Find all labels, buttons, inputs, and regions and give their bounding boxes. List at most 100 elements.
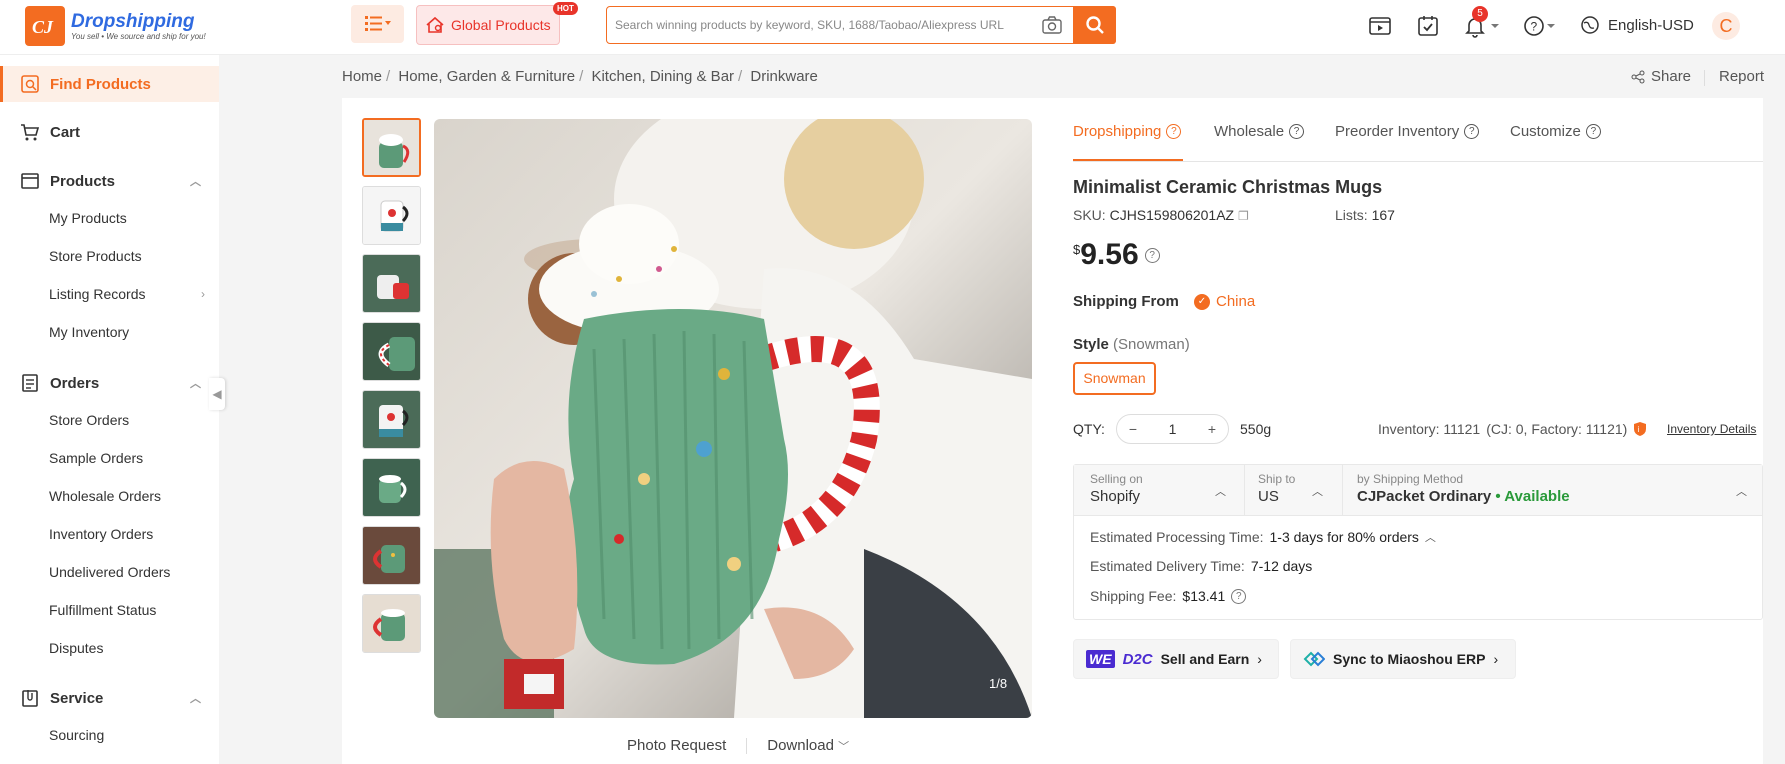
help-icon[interactable]: ? [1464,124,1480,139]
chevron-down-icon[interactable] [1490,21,1500,31]
sidebar-item-sample-orders[interactable]: Sample Orders [0,441,219,475]
help-icon[interactable]: ? [1144,248,1160,263]
inventory-details-link[interactable]: Inventory Details [1667,422,1756,436]
category-menu-button[interactable] [351,5,404,43]
ship-to-selector[interactable]: Ship to US [1258,472,1295,505]
thumbnail[interactable] [362,594,421,653]
style-option-snowman[interactable]: Snowman [1073,362,1156,395]
style-label: Style (Snowman) [1073,336,1190,353]
breadcrumb-link[interactable]: Home, Garden & Furniture [398,68,575,85]
camera-icon[interactable] [1041,15,1063,35]
main-product-image[interactable] [434,119,1032,718]
sync-miaoshou-erp-button[interactable]: Sync to Miaoshou ERP › [1290,639,1516,679]
quantity-value[interactable]: 1 [1169,421,1177,437]
tab-customize[interactable]: Customize? [1510,123,1601,140]
divider [1704,70,1705,86]
sidebar-item-inventory-orders[interactable]: Inventory Orders [0,517,219,551]
help-icon[interactable]: ? [1166,124,1182,139]
chevron-right-icon: › [1493,651,1499,667]
style-selected: (Snowman) [1113,336,1190,353]
thumbnail[interactable] [362,118,421,177]
sidebar-item-fulfillment-status[interactable]: Fulfillment Status [0,593,219,627]
global-products-label: Global Products [451,17,551,33]
photo-actions: Photo Request Download ﹀ [627,737,849,754]
svg-text:?: ? [1531,20,1538,34]
sidebar-item-cart[interactable]: Cart [0,114,219,150]
thumbnail[interactable] [362,322,421,381]
search-input[interactable] [615,9,1035,41]
sidebar-item-undelivered-orders[interactable]: Undelivered Orders [0,555,219,589]
thumbnail[interactable] [362,458,421,517]
report-link[interactable]: Report [1719,68,1764,85]
chevron-up-icon[interactable]: ︿ [190,173,201,189]
sidebar-item-store-orders[interactable]: Store Orders [0,403,219,437]
shipping-method-selector[interactable]: by Shipping Method CJPacket Ordinary • A… [1357,472,1570,505]
chevron-up-icon[interactable]: ︿ [1312,483,1323,499]
sidebar-collapse-button[interactable]: ◀ [209,378,225,410]
processing-value: 1-3 days for 80% orders [1269,529,1419,545]
sidebar-item-disputes[interactable]: Disputes [0,631,219,665]
house-icon [426,16,444,33]
shipping-origin-label: China [1216,293,1256,310]
thumbnail[interactable] [362,526,421,585]
avatar[interactable]: C [1712,12,1740,40]
sidebar-item-my-inventory[interactable]: My Inventory [0,315,219,349]
tab-label: Wholesale [1214,123,1285,140]
sidebar-item-service[interactable]: Service ︿ [0,680,219,716]
sidebar-item-store-products[interactable]: Store Products [0,239,219,273]
chevron-up-icon[interactable]: ︿ [190,375,201,391]
help-icon[interactable]: ? [1522,14,1546,38]
sidebar-item-wholesale-orders[interactable]: Wholesale Orders [0,479,219,513]
breadcrumb-link[interactable]: Drinkware [750,68,818,85]
share-icon [1631,70,1645,83]
share-label: Share [1651,68,1692,85]
copy-icon[interactable]: ❐ [1238,209,1249,223]
tab-dropshipping[interactable]: Dropshipping? [1073,123,1182,140]
we-d2c-sell-and-earn-button[interactable]: WE D2C Sell and Earn › [1073,639,1279,679]
help-icon[interactable]: ? [1585,124,1601,139]
increment-button[interactable]: + [1204,421,1220,437]
tab-wholesale[interactable]: Wholesale? [1214,123,1305,140]
help-icon[interactable]: ? [1289,124,1305,139]
chevron-down-icon[interactable] [1546,21,1556,31]
price-currency: $ [1073,242,1081,257]
sidebar-item-my-products[interactable]: My Products [0,201,219,235]
we-logo: WE [1086,650,1115,668]
logo[interactable]: CJ Dropshipping You sell • We source and… [25,6,206,46]
sidebar-sub-label: Disputes [49,640,104,656]
help-icon[interactable]: ? [1231,588,1247,604]
search-button[interactable] [1073,6,1116,44]
share-button[interactable]: Share [1631,68,1691,85]
task-check-icon[interactable] [1416,14,1440,38]
download-button[interactable]: Download ﹀ [767,737,849,754]
sidebar-item-find-products[interactable]: Find Products [0,66,219,102]
thumbnail[interactable] [362,186,421,245]
chevron-up-icon[interactable]: ︿ [1425,529,1436,545]
fee-value: $13.41 [1182,588,1226,604]
thumbnail[interactable] [362,390,421,449]
chevron-up-icon[interactable]: ︿ [1736,483,1747,499]
sync-icon [1303,651,1325,667]
language-currency-selector[interactable]: English-USD [1580,15,1694,35]
thumbnail[interactable] [362,254,421,313]
cart-icon [21,124,40,141]
selling-on-selector[interactable]: Selling on Shopify [1090,472,1143,505]
sidebar-sub-label: Store Products [49,248,142,264]
search-product-icon [21,75,39,93]
sidebar-item-listing-records[interactable]: Listing Records › [0,277,219,311]
decrement-button[interactable]: − [1125,421,1141,437]
chevron-up-icon[interactable]: ︿ [190,690,201,706]
tab-preorder-inventory[interactable]: Preorder Inventory? [1335,123,1480,140]
chevron-up-icon[interactable]: ︿ [1215,483,1226,499]
breadcrumb-link[interactable]: Kitchen, Dining & Bar [591,68,734,85]
active-tab-indicator [1073,159,1183,161]
photo-request-link[interactable]: Photo Request [627,737,726,754]
global-products-button[interactable]: Global Products HOT [416,2,578,45]
shipping-origin-option[interactable]: ✓ China [1194,293,1255,310]
sidebar-item-orders[interactable]: Orders ︿ [0,365,219,401]
sidebar-item-sourcing[interactable]: Sourcing [0,718,219,752]
breadcrumb-link[interactable]: Home [342,68,382,85]
video-icon[interactable] [1368,14,1392,38]
sidebar-item-products[interactable]: Products ︿ [0,163,219,199]
sidebar-sub-label: Inventory Orders [49,526,154,542]
